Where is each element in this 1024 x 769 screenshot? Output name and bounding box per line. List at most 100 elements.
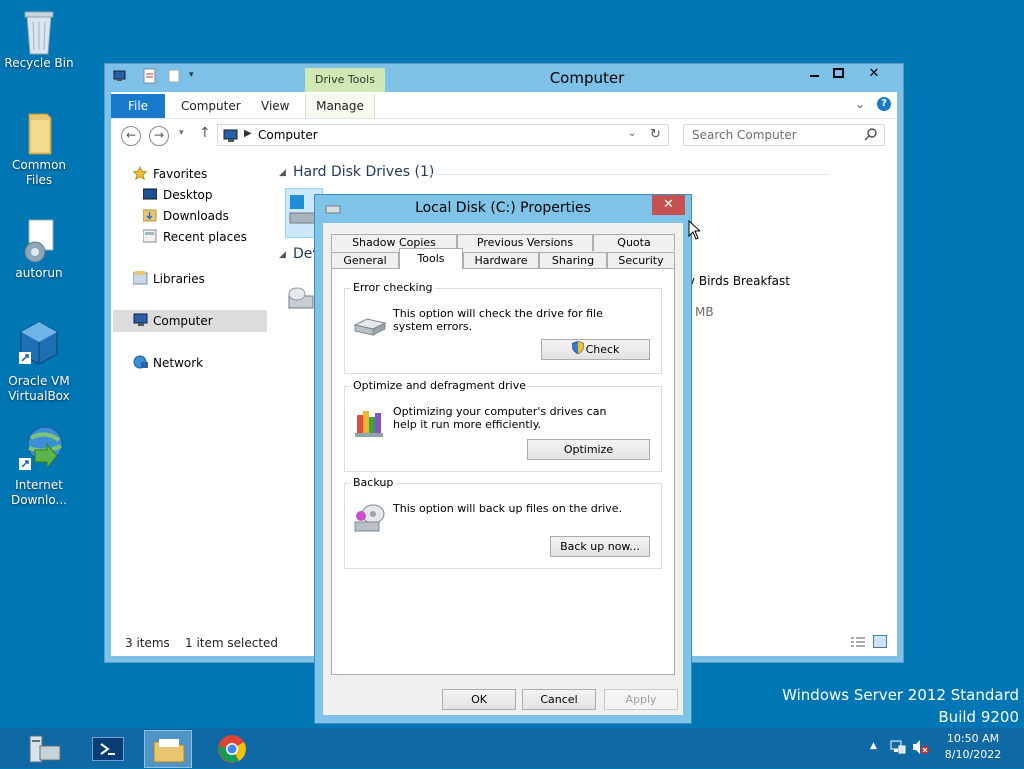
maximize-button[interactable]	[822, 64, 856, 84]
ribbon-tab-file[interactable]: File	[111, 94, 165, 118]
help-icon[interactable]: ?	[877, 97, 891, 111]
refresh-icon[interactable]: ↻	[650, 127, 661, 142]
chrome-icon[interactable]	[217, 734, 247, 764]
folder-icon	[17, 110, 61, 155]
ok-button[interactable]: OK	[442, 689, 516, 710]
tab-general[interactable]: General	[331, 252, 399, 269]
recycle-bin-icon	[17, 8, 61, 55]
tab-sharing[interactable]: Sharing	[539, 252, 607, 269]
clock[interactable]: 10:50 AM 8/10/2022	[940, 731, 1006, 763]
new-folder-quick-icon[interactable]	[167, 68, 181, 84]
optimize-text: Optimizing your computer's drives can he…	[393, 405, 607, 431]
ribbon-divider	[111, 118, 897, 119]
disk-check-icon	[353, 317, 387, 340]
computer-icon	[133, 313, 149, 330]
dvd-drive-icon[interactable]	[287, 286, 315, 316]
clock-time: 10:50 AM	[946, 732, 1000, 745]
breadcrumb-chevron-icon[interactable]: ▶	[244, 128, 252, 139]
recent-places-icon	[142, 229, 157, 246]
collapse-devices-icon[interactable]: ◢	[279, 250, 286, 260]
address-dropdown-icon[interactable]: ⌄	[628, 128, 636, 139]
defragment-icon	[353, 407, 385, 442]
server-manager-icon[interactable]	[22, 732, 66, 766]
mouse-cursor-icon	[688, 219, 702, 243]
cancel-button[interactable]: Cancel	[522, 689, 596, 710]
up-arrow-icon[interactable]: ↑	[199, 125, 211, 141]
tab-hardware[interactable]: Hardware	[463, 252, 539, 269]
desktop-icon-common-files[interactable]: Common Files	[4, 110, 74, 188]
recent-locations-dropdown-icon[interactable]: ▾	[179, 128, 184, 138]
back-up-now-button[interactable]: Back up now...	[550, 536, 650, 557]
desktop-icon-recycle-bin[interactable]: Recycle Bin	[4, 8, 74, 71]
tab-security[interactable]: Security	[607, 252, 675, 269]
file-explorer-taskbar-button[interactable]	[144, 730, 192, 768]
ribbon-tab-view[interactable]: View	[261, 94, 289, 118]
properties-dialog[interactable]: Local Disk (C:) Properties ✕ Shadow Copi…	[314, 194, 692, 724]
show-hidden-icons-icon[interactable]: ▲	[870, 741, 877, 751]
ribbon-tab-manage[interactable]: Manage	[305, 94, 375, 118]
favorites-star-icon	[132, 165, 148, 183]
section-divider	[429, 174, 829, 175]
settings-file-icon	[17, 218, 61, 263]
ribbon-expand-icon[interactable]: ⌄	[855, 97, 865, 111]
properties-quick-icon[interactable]	[143, 68, 157, 84]
close-icon: ✕	[663, 197, 674, 212]
libraries-icon	[132, 271, 149, 288]
dialog-close-button[interactable]: ✕	[652, 195, 685, 215]
dialog-title: Local Disk (C:) Properties	[415, 200, 591, 216]
nav-network[interactable]: Network	[153, 356, 203, 370]
backup-disk-icon	[353, 502, 387, 537]
volume-muted-tray-icon[interactable]	[912, 739, 930, 758]
error-checking-group: Error checking This option will check th…	[344, 281, 662, 374]
breadcrumb-computer[interactable]: Computer	[258, 128, 318, 142]
desktop-icon-label: Oracle VM VirtualBox	[8, 374, 70, 403]
computer-icon[interactable]	[113, 70, 127, 82]
drive-tools-context-tab[interactable]: Drive Tools	[305, 68, 385, 92]
desktop-icon-virtualbox[interactable]: Oracle VM VirtualBox	[4, 320, 74, 404]
tab-tools[interactable]: Tools	[399, 248, 463, 269]
status-selected-count: 1 item selected	[185, 636, 279, 650]
desktop-icon-autorun[interactable]: autorun	[4, 218, 74, 281]
downloads-folder-icon	[142, 208, 157, 225]
backup-group: Backup This option will back up files on…	[344, 476, 662, 569]
powershell-icon[interactable]	[92, 737, 124, 761]
search-box[interactable]: Search Computer	[683, 124, 885, 146]
network-tray-icon[interactable]	[890, 739, 906, 758]
nav-favorites[interactable]: Favorites	[153, 167, 207, 181]
nav-desktop[interactable]: Desktop	[163, 188, 213, 202]
desktop-icon-internet-download-manager[interactable]: Internet Downlo...	[4, 424, 74, 508]
status-item-count: 3 items	[125, 636, 170, 650]
backup-text: This option will back up files on the dr…	[393, 502, 623, 515]
quick-access-dropdown-icon[interactable]: ▾	[189, 70, 194, 80]
address-bar[interactable]: ▶ Computer ⌄ ↻	[217, 124, 669, 146]
desktop-icon-label: Recycle Bin	[4, 56, 74, 70]
search-icon[interactable]	[864, 127, 878, 144]
dvd-drive-label[interactable]: ry Birds Breakfast	[683, 274, 790, 288]
nav-libraries[interactable]: Libraries	[153, 272, 205, 286]
apply-button[interactable]: Apply	[604, 689, 678, 710]
details-view-icon[interactable]	[851, 636, 865, 651]
nav-recent-places[interactable]: Recent places	[163, 230, 247, 244]
computer-icon	[223, 129, 239, 146]
check-button-label: Check	[585, 343, 620, 356]
check-button[interactable]: Check	[541, 339, 650, 360]
large-icons-view-icon[interactable]	[873, 635, 887, 651]
back-arrow-icon[interactable]: ←	[121, 126, 141, 146]
nav-downloads[interactable]: Downloads	[163, 209, 229, 223]
search-placeholder: Search Computer	[692, 128, 797, 142]
virtualbox-icon	[17, 320, 61, 365]
collapse-hdd-icon[interactable]: ◢	[279, 168, 286, 178]
ribbon-tab-computer[interactable]: Computer	[181, 94, 241, 118]
close-button[interactable]: ✕	[855, 64, 893, 84]
optimize-button[interactable]: Optimize	[527, 439, 650, 460]
error-checking-title: Error checking	[351, 281, 435, 294]
nav-computer[interactable]: Computer	[153, 314, 213, 328]
uac-shield-icon	[571, 340, 584, 360]
os-watermark: Windows Server 2012 Standard Build 9200	[782, 684, 1019, 728]
window-title: Computer	[549, 69, 625, 87]
desktop-icon	[142, 188, 158, 203]
forward-arrow-icon[interactable]: →	[149, 126, 169, 146]
tab-previous-versions[interactable]: Previous Versions	[457, 234, 593, 251]
tab-quota[interactable]: Quota	[593, 234, 675, 251]
close-icon: ✕	[868, 66, 880, 81]
